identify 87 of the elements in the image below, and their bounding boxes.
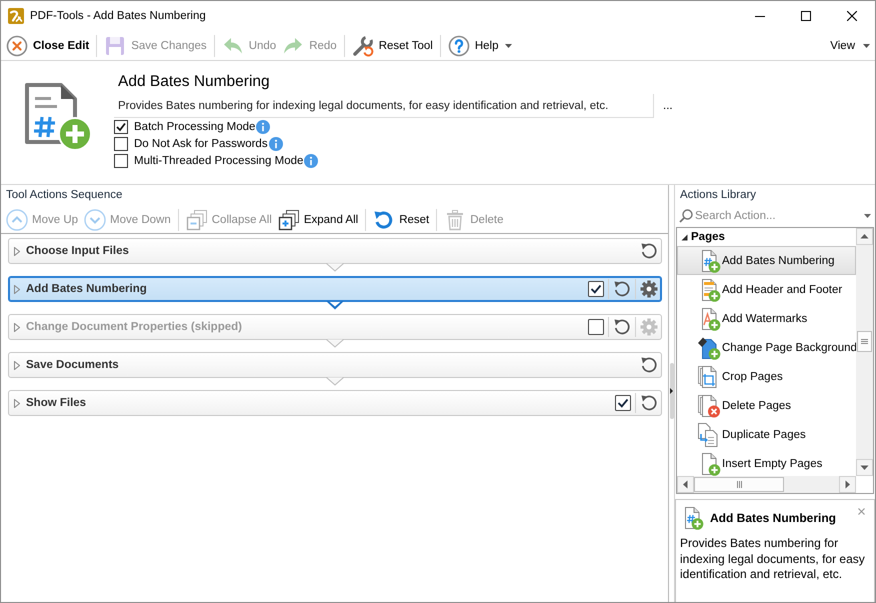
checkbox[interactable] bbox=[114, 154, 128, 168]
circular-arrow-icon[interactable] bbox=[613, 318, 631, 336]
library-item[interactable]: Duplicate Pages bbox=[677, 420, 856, 449]
circular-arrow-icon[interactable] bbox=[640, 242, 658, 260]
expand-triangle-icon[interactable] bbox=[14, 360, 20, 370]
info-icon[interactable] bbox=[268, 136, 283, 150]
scroll-left-button[interactable] bbox=[677, 476, 694, 493]
action-card[interactable]: Choose Input Files bbox=[8, 238, 662, 264]
horizontal-scrollbar[interactable] bbox=[677, 476, 856, 493]
scrollbar-thumb[interactable] bbox=[694, 477, 784, 492]
caret-right-icon bbox=[670, 388, 673, 394]
chevron-up-icon bbox=[6, 208, 28, 230]
flow-arrow-icon bbox=[326, 263, 344, 272]
scroll-up-button[interactable] bbox=[856, 228, 873, 245]
checkbox[interactable] bbox=[114, 120, 128, 134]
checkbox[interactable] bbox=[588, 319, 604, 335]
checkbox[interactable] bbox=[615, 395, 631, 411]
chevron-down-icon bbox=[84, 208, 106, 230]
wrench-icon bbox=[352, 34, 374, 56]
checkbox-label[interactable]: Multi-Threaded Processing Mode bbox=[134, 154, 304, 166]
caret-icon[interactable] bbox=[864, 214, 871, 218]
checkbox[interactable] bbox=[114, 136, 128, 150]
help-icon bbox=[448, 34, 470, 56]
expand-icon bbox=[278, 208, 300, 230]
checkbox-label[interactable]: Do Not Ask for Passwords bbox=[134, 138, 268, 150]
library-item[interactable]: Add Watermarks bbox=[677, 304, 856, 333]
expand-triangle-icon[interactable] bbox=[14, 398, 20, 408]
checkbox[interactable] bbox=[588, 281, 604, 297]
close-icon bbox=[847, 11, 857, 21]
help-button[interactable]: Help bbox=[446, 32, 514, 58]
info-icon[interactable] bbox=[256, 120, 270, 134]
checkbox-label[interactable]: Batch Processing Mode bbox=[134, 120, 256, 132]
action-label: Show Files bbox=[26, 397, 86, 409]
description-text: Provides Bates numbering for indexing legal documents, for easy identification and retrieval, etc. bbox=[680, 536, 866, 582]
close-icon[interactable] bbox=[858, 508, 865, 515]
action-label: Add Bates Numbering bbox=[26, 283, 147, 295]
expand-triangle-icon[interactable] bbox=[14, 246, 20, 256]
gear-icon[interactable] bbox=[640, 280, 658, 298]
vertical-scrollbar[interactable] bbox=[856, 228, 873, 476]
flow-arrow-icon bbox=[326, 301, 344, 310]
reset-tool-button[interactable]: Reset Tool bbox=[350, 32, 434, 58]
panel-title: Actions Library bbox=[679, 188, 758, 203]
panel-title: Tool Actions Sequence bbox=[5, 188, 124, 203]
flow-arrow-icon bbox=[326, 377, 344, 386]
more-button[interactable]: ... bbox=[660, 100, 676, 112]
library-item[interactable]: Insert Empty Pages bbox=[677, 449, 856, 476]
library-item[interactable]: Change Page Background bbox=[677, 333, 856, 362]
library-item[interactable]: Add Header and Footer bbox=[677, 275, 856, 304]
flow-arrow-icon bbox=[326, 339, 344, 348]
document-plus-icon bbox=[23, 82, 93, 152]
window-title: PDF-Tools - Add Bates Numbering bbox=[30, 10, 206, 22]
circular-arrow-icon[interactable] bbox=[640, 394, 658, 412]
scroll-right-button[interactable] bbox=[839, 476, 856, 493]
action-card[interactable]: Save Documents bbox=[8, 352, 662, 378]
scroll-down-button[interactable] bbox=[856, 459, 873, 476]
tool-title: Add Bates Numbering bbox=[118, 72, 271, 92]
info-icon[interactable] bbox=[304, 154, 318, 168]
app-icon bbox=[8, 8, 24, 24]
reset-button[interactable]: Reset bbox=[372, 206, 430, 232]
close-icon bbox=[6, 34, 28, 56]
expand-triangle-icon[interactable] bbox=[14, 284, 20, 294]
library-item[interactable]: Delete Pages bbox=[677, 391, 856, 420]
action-label: Change Document Properties (skipped) bbox=[26, 321, 242, 333]
caret-icon bbox=[863, 44, 870, 48]
splitter-handle[interactable] bbox=[670, 363, 674, 419]
maximize-icon bbox=[801, 11, 811, 21]
tree-group-header[interactable]: Pages bbox=[677, 228, 856, 246]
action-label: Choose Input Files bbox=[26, 245, 129, 257]
description-field[interactable]: Provides Bates numbering for indexing legal documents, for easy identification and retrieval, etc. bbox=[114, 94, 654, 118]
library-item[interactable]: Crop Pages bbox=[677, 362, 856, 391]
circular-arrow-icon[interactable] bbox=[613, 280, 631, 298]
action-card[interactable]: Show Files bbox=[8, 390, 662, 416]
search-field[interactable]: Search Action... bbox=[694, 207, 863, 225]
expand-all-button[interactable]: Expand All bbox=[276, 206, 360, 232]
search-icon bbox=[679, 209, 693, 223]
action-card[interactable]: Add Bates Numbering bbox=[8, 276, 662, 302]
collapse-icon bbox=[186, 208, 208, 230]
description-title: Add Bates Numbering bbox=[710, 511, 836, 525]
action-label: Save Documents bbox=[26, 359, 119, 371]
paint-bucket-page-icon bbox=[697, 336, 721, 360]
library-item[interactable]: Add Bates Numbering bbox=[677, 246, 856, 275]
circular-arrow-icon[interactable] bbox=[640, 356, 658, 374]
scrollbar-thumb[interactable] bbox=[857, 331, 872, 352]
delete-pages-icon bbox=[697, 394, 721, 418]
view-menu[interactable]: View bbox=[829, 32, 871, 58]
close-edit-button[interactable]: Close Edit bbox=[5, 32, 90, 58]
expand-triangle-icon[interactable] bbox=[14, 322, 20, 332]
